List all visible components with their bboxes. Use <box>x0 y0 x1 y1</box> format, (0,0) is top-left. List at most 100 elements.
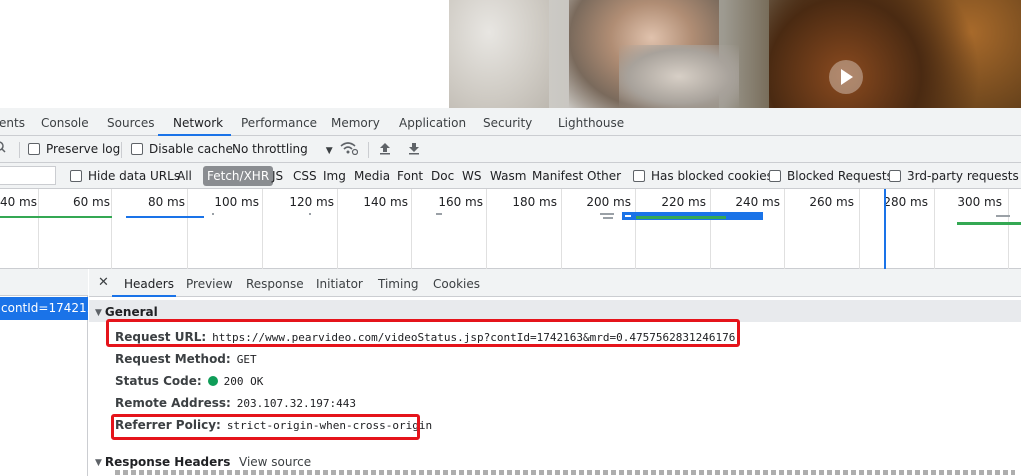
checkbox-box[interactable] <box>70 170 82 182</box>
network-overview-timeline[interactable]: 40 ms 60 ms 80 ms 100 ms 120 ms 140 ms 1… <box>0 189 1021 269</box>
has-blocked-cookies-label: Has blocked cookies <box>651 169 773 183</box>
timeline-tick: 300 ms <box>957 195 1002 209</box>
grid-line <box>337 189 338 269</box>
load-event-marker <box>884 189 886 269</box>
tab-performance[interactable]: Performance <box>241 116 317 130</box>
timeline-bar <box>126 216 204 218</box>
filter-type-js[interactable]: JS <box>272 169 283 183</box>
dropdown-arrow-icon: ▼ <box>325 146 333 156</box>
tab-application[interactable]: Application <box>399 116 466 130</box>
general-row-status-code: Status Code: 200 OK <box>115 374 263 388</box>
tab-memory[interactable]: Memory <box>331 116 380 130</box>
timeline-bar <box>0 216 112 218</box>
checkbox-box[interactable] <box>131 143 143 155</box>
network-conditions-icon[interactable] <box>340 141 359 158</box>
hide-data-urls-label: Hide data URLs <box>88 169 181 183</box>
network-toolbar: Preserve log Disable cache No throttling… <box>0 136 1021 163</box>
request-list: contId=17421... <box>0 269 88 476</box>
tab-network[interactable]: Network <box>173 116 223 130</box>
tab-lighthouse[interactable]: Lighthouse <box>558 116 624 130</box>
timeline-bar <box>600 213 614 215</box>
filter-type-other[interactable]: Other <box>587 169 621 183</box>
filter-type-img[interactable]: Img <box>323 169 346 183</box>
play-icon[interactable] <box>829 60 863 94</box>
timeline-tick: 120 ms <box>289 195 334 209</box>
timeline-tick: 180 ms <box>512 195 557 209</box>
checkbox-box[interactable] <box>633 170 645 182</box>
tab-sources[interactable]: Sources <box>107 116 154 130</box>
hero-image <box>449 0 1021 108</box>
filter-type-doc[interactable]: Doc <box>431 169 454 183</box>
grid-line <box>784 189 785 269</box>
request-list-header[interactable] <box>0 269 88 296</box>
header-key: Request Method: <box>115 352 231 366</box>
close-icon[interactable]: ✕ <box>98 275 109 290</box>
devtools-panel: ents Console Sources Network Performance… <box>0 108 1021 476</box>
filter-type-all[interactable]: All <box>177 169 192 183</box>
hide-data-urls-checkbox[interactable]: Hide data URLs <box>70 169 180 183</box>
export-har-icon[interactable] <box>408 141 420 158</box>
throttling-select[interactable]: No throttling ▼ <box>232 142 333 156</box>
grid-line <box>1008 189 1009 269</box>
general-section-title: General <box>104 305 158 319</box>
toolbar-divider <box>19 142 20 158</box>
timeline-tick: 200 ms <box>586 195 631 209</box>
tab-elements[interactable]: ents <box>0 116 25 130</box>
tab-preview[interactable]: Preview <box>186 277 233 291</box>
filter-type-wasm[interactable]: Wasm <box>490 169 526 183</box>
grid-line <box>561 189 562 269</box>
timeline-bar <box>957 222 1021 225</box>
filter-input[interactable] <box>0 166 56 185</box>
collapse-triangle-icon: ▼ <box>95 308 102 318</box>
filter-type-font[interactable]: Font <box>397 169 423 183</box>
grid-line <box>934 189 935 269</box>
timeline-tick: 240 ms <box>735 195 780 209</box>
filter-type-css[interactable]: CSS <box>293 169 317 183</box>
checkbox-box[interactable] <box>889 170 901 182</box>
view-source-link[interactable]: View source <box>239 455 311 469</box>
timeline-tick: 100 ms <box>214 195 259 209</box>
web-page-viewport <box>0 0 1021 108</box>
tab-headers[interactable]: Headers <box>124 277 174 291</box>
filter-type-manifest[interactable]: Manifest <box>532 169 583 183</box>
tab-cookies[interactable]: Cookies <box>433 277 480 291</box>
third-party-checkbox[interactable]: 3rd-party requests <box>889 169 1019 183</box>
timeline-tick: 220 ms <box>661 195 706 209</box>
tab-security[interactable]: Security <box>483 116 532 130</box>
clipped-header-row <box>115 470 1015 476</box>
timeline-tick: 40 ms <box>0 195 37 209</box>
response-headers-title: Response Headers <box>104 455 231 469</box>
active-tab-indicator <box>112 295 176 297</box>
annotation-highlight-request-url <box>106 319 740 347</box>
filter-type-media[interactable]: Media <box>354 169 390 183</box>
preserve-log-checkbox[interactable]: Preserve log <box>28 142 120 156</box>
disable-cache-checkbox[interactable]: Disable cache <box>131 142 233 156</box>
tab-console[interactable]: Console <box>41 116 89 130</box>
has-blocked-cookies-checkbox[interactable]: Has blocked cookies <box>633 169 773 183</box>
checkbox-box[interactable] <box>769 170 781 182</box>
blocked-requests-checkbox[interactable]: Blocked Requests <box>769 169 893 183</box>
timeline-tick: 160 ms <box>438 195 483 209</box>
devtools-panel-tabs: ents Console Sources Network Performance… <box>0 108 1021 136</box>
checkbox-box[interactable] <box>28 143 40 155</box>
collapse-triangle-icon: ▼ <box>95 458 102 468</box>
grid-line <box>111 189 112 269</box>
timeline-tick: 80 ms <box>147 195 185 209</box>
filter-type-ws[interactable]: WS <box>462 169 481 183</box>
tab-initiator[interactable]: Initiator <box>316 277 363 291</box>
header-key: Status Code: <box>115 374 202 388</box>
preserve-log-label: Preserve log <box>46 142 121 156</box>
timeline-bar <box>636 216 726 219</box>
disable-cache-label: Disable cache <box>149 142 233 156</box>
grid-line <box>710 189 711 269</box>
request-row-selected[interactable]: contId=17421... <box>0 297 88 320</box>
grid-line <box>486 189 487 269</box>
grid-line <box>635 189 636 269</box>
import-har-icon[interactable] <box>379 141 391 158</box>
filter-type-fetch-xhr[interactable]: Fetch/XHR <box>203 166 274 186</box>
tab-response[interactable]: Response <box>246 277 304 291</box>
tab-timing[interactable]: Timing <box>378 277 419 291</box>
header-value: 203.107.32.197:443 <box>236 397 357 410</box>
search-icon[interactable] <box>0 140 8 157</box>
timeline-tick: 140 ms <box>363 195 408 209</box>
